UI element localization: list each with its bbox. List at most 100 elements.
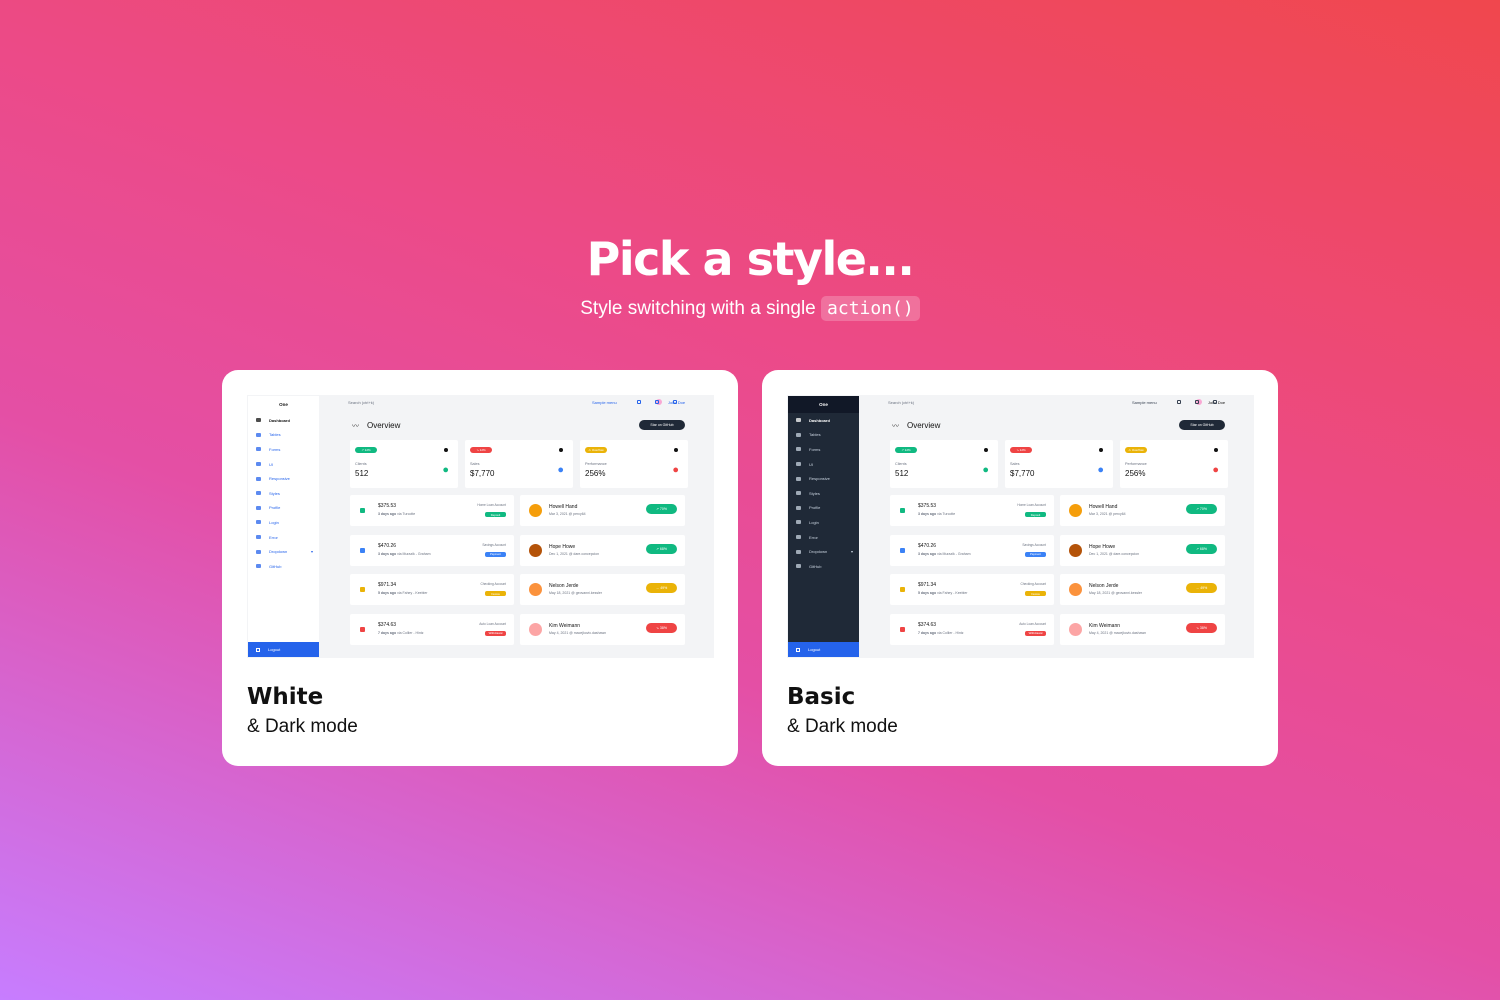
- settings-icon[interactable]: [984, 448, 988, 452]
- settings-icon[interactable]: [1214, 448, 1218, 452]
- github-icon[interactable]: [1195, 400, 1199, 404]
- client-date: Dec 1, 2021 @ dare.concepcion: [549, 551, 600, 556]
- trend-pill: ↗ 70%: [646, 504, 677, 514]
- logout-button[interactable]: Logout: [788, 642, 859, 657]
- sidebar-item[interactable]: GitHub: [248, 559, 319, 574]
- client-name: Nelson Jerde: [549, 583, 579, 589]
- client-avatar: [529, 583, 542, 596]
- card-subtitle: & Dark mode: [787, 716, 898, 737]
- transaction-row[interactable]: $971.34 5 days ago via Fahey - Keebler Che…: [350, 574, 514, 605]
- star-github-button[interactable]: Star on GitHub: [1179, 420, 1225, 430]
- stat-label: Performance: [1125, 462, 1147, 466]
- transaction-type-icon: [900, 547, 905, 553]
- sidebar-item[interactable]: Forms: [248, 442, 319, 457]
- chart-timeline-icon: 〰: [892, 423, 899, 430]
- sidebar-item[interactable]: Dropdown ▾: [248, 544, 319, 559]
- transaction-row[interactable]: $971.34 5 days ago via Fahey - Keebler Che…: [890, 574, 1054, 605]
- palette-icon: [796, 491, 801, 496]
- sidebar-item[interactable]: UI: [248, 457, 319, 472]
- sidebar-item[interactable]: Dashboard: [248, 413, 319, 428]
- sidebar-item[interactable]: Login: [248, 515, 319, 530]
- transaction-type-icon: [900, 587, 905, 592]
- sidebar-menu: Dashboard Tables Forms UI Responsive Styles Pr…: [248, 413, 319, 574]
- card-title: Basic: [787, 684, 856, 710]
- sidebar: One Dashboard Tables Forms UI Responsive Style…: [248, 396, 319, 657]
- transaction-via: via Murazik - Graham: [397, 551, 431, 556]
- stat-card: ⚠ Overflow Performance 256% ●: [1120, 440, 1228, 488]
- responsive-icon: [796, 476, 801, 481]
- sidebar-item[interactable]: UI: [788, 457, 859, 472]
- style-card-basic[interactable]: One Dashboard Tables Forms UI Responsive Style…: [762, 370, 1278, 766]
- transaction-when: 3 days ago: [918, 551, 937, 556]
- stat-value: 512: [895, 469, 909, 478]
- settings-icon[interactable]: [674, 448, 678, 452]
- sidebar-item[interactable]: Responsive: [248, 471, 319, 486]
- stat-label: Clients: [355, 462, 367, 466]
- sidebar-item[interactable]: Login: [788, 515, 859, 530]
- settings-icon[interactable]: [1177, 400, 1181, 404]
- sidebar-item[interactable]: Responsive: [788, 471, 859, 486]
- logout-icon[interactable]: [673, 400, 677, 404]
- client-avatar: [1069, 622, 1082, 636]
- style-card-white[interactable]: One Dashboard Tables Forms UI Responsive Style…: [222, 370, 738, 766]
- client-row[interactable]: Nelson Jerde May 18, 2021 @ geovanni.kess…: [520, 574, 685, 605]
- subtitle-text: Style switching with a single: [580, 298, 816, 319]
- client-row[interactable]: Nelson Jerde May 18, 2021 @ geovanni.kess…: [1060, 574, 1225, 605]
- client-name: Howell Hand: [549, 504, 578, 510]
- sidebar-item[interactable]: Profile: [248, 501, 319, 516]
- github-icon: [256, 564, 261, 569]
- client-row[interactable]: Kim Weimann May 4, 2021 @ macejkovic.dash…: [1060, 613, 1225, 645]
- transaction-type-icon: [900, 508, 905, 513]
- cart-outline-icon: ●: [1097, 464, 1104, 476]
- transaction-type-icon: [360, 508, 365, 513]
- sidebar-item[interactable]: Forms: [788, 442, 859, 457]
- client-row[interactable]: Kim Weimann May 4, 2021 @ macejkovic.dash…: [520, 613, 685, 645]
- settings-icon[interactable]: [1099, 448, 1103, 452]
- transaction-account: Checking Account: [480, 582, 506, 586]
- sidebar-item[interactable]: Tables: [248, 428, 319, 443]
- palette-icon: [256, 491, 261, 496]
- github-icon[interactable]: [655, 400, 659, 404]
- transaction-row[interactable]: $374.63 7 days ago via Collier - Hintz Aut…: [890, 613, 1054, 645]
- transaction-row[interactable]: $375.53 3 days ago via Turcotte Home Loan …: [350, 495, 514, 526]
- transaction-type-icon: [360, 547, 365, 553]
- star-github-button[interactable]: Star on GitHub: [639, 420, 685, 430]
- transaction-row[interactable]: $470.26 3 days ago via Murazik - Graham Sa…: [890, 534, 1054, 566]
- sidebar-item[interactable]: Profile: [788, 501, 859, 516]
- sidebar-item[interactable]: Styles: [248, 486, 319, 501]
- sidebar-item[interactable]: Styles: [788, 486, 859, 501]
- search-input[interactable]: Search (ctrl+k): [888, 400, 914, 405]
- client-row[interactable]: Howell Hand Mar 3, 2021 @ percy64 ↗ 70%: [1060, 495, 1225, 526]
- client-row[interactable]: Hope Howe Dec 1, 2021 @ dare.concepcion ↗ …: [1060, 534, 1225, 566]
- chart-timeline-variant-icon: ●: [672, 464, 679, 476]
- search-input[interactable]: Search (ctrl+k): [348, 400, 374, 405]
- settings-icon[interactable]: [559, 448, 563, 452]
- sidebar-item[interactable]: Dropdown ▾: [788, 544, 859, 559]
- logout-icon[interactable]: [1213, 400, 1217, 404]
- transaction-row[interactable]: $375.53 3 days ago via Turcotte Home Loan …: [890, 495, 1054, 526]
- square-edit-icon: [256, 447, 261, 452]
- sample-menu[interactable]: Sample menu: [592, 400, 617, 405]
- transaction-row[interactable]: $470.26 3 days ago via Murazik - Graham Sa…: [350, 534, 514, 566]
- sidebar-item[interactable]: Error: [788, 530, 859, 545]
- settings-icon[interactable]: [444, 448, 448, 452]
- sidebar-item[interactable]: Tables: [788, 428, 859, 443]
- client-avatar: [1069, 543, 1082, 557]
- sidebar-item[interactable]: GitHub: [788, 559, 859, 574]
- sidebar-item-label: Profile: [809, 505, 821, 511]
- card-title: White: [247, 684, 324, 710]
- logout-button[interactable]: Logout: [248, 642, 319, 657]
- sidebar-item[interactable]: Error: [248, 530, 319, 545]
- sidebar-item-label: Styles: [809, 490, 820, 496]
- transaction-when: 5 days ago: [918, 591, 937, 595]
- sidebar-item[interactable]: Dashboard: [788, 413, 859, 428]
- page-title: Pick a style...: [586, 232, 915, 286]
- transaction-when: 7 days ago: [378, 630, 397, 635]
- settings-icon[interactable]: [637, 400, 641, 404]
- client-row[interactable]: Hope Howe Dec 1, 2021 @ dare.concepcion ↗ …: [520, 534, 685, 566]
- client-name: Howell Hand: [1089, 504, 1118, 510]
- transaction-row[interactable]: $374.63 7 days ago via Collier - Hintz Aut…: [350, 613, 514, 645]
- logout-label: Logout: [268, 647, 281, 652]
- client-row[interactable]: Howell Hand Mar 3, 2021 @ percy64 ↗ 70%: [520, 495, 685, 526]
- sample-menu[interactable]: Sample menu: [1132, 400, 1157, 405]
